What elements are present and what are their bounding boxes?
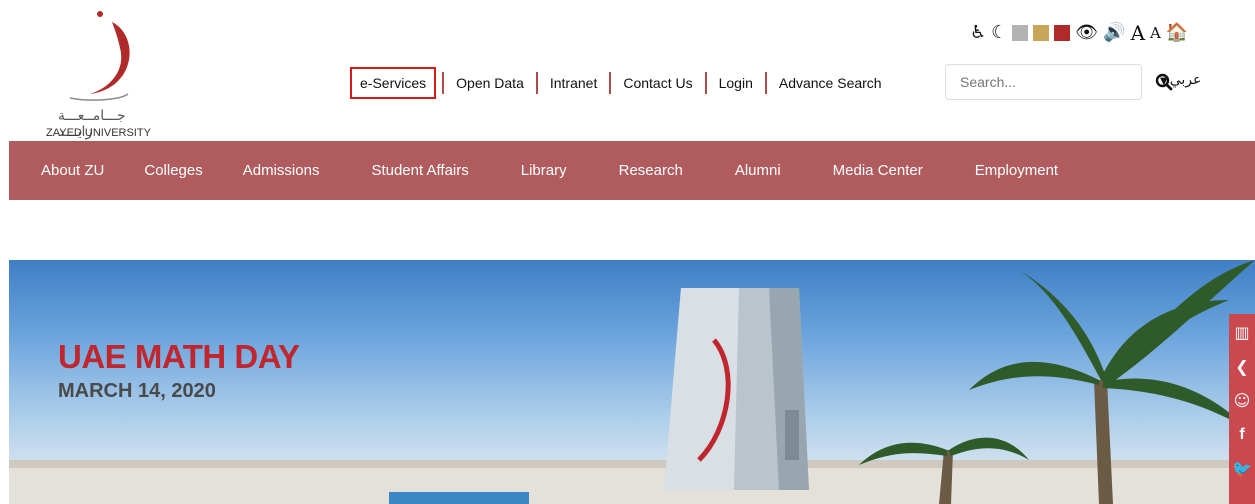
eye-icon[interactable]: 👁	[1075, 22, 1098, 44]
chart-icon[interactable]: ▥	[1234, 320, 1249, 346]
font-increase-icon[interactable]: A	[1131, 22, 1145, 44]
language-switcher[interactable]: ▼ عربي	[1160, 72, 1201, 88]
social-sidebar: ▥ ❮ ☺ f 🐦	[1229, 314, 1255, 504]
link-e-services[interactable]: e-Services	[350, 67, 437, 99]
smiley-icon[interactable]: ☺	[1234, 388, 1251, 414]
search-box	[945, 64, 1173, 100]
speaker-icon[interactable]: 🔊	[1103, 22, 1125, 44]
hero-title: UAE MATH DAY	[58, 338, 300, 375]
search-input[interactable]	[946, 67, 1155, 97]
accessibility-toolbar: ♿ ☾ 👁 🔊 A A 🏠	[970, 22, 1188, 44]
language-label: عربي	[1169, 72, 1202, 88]
top-links: e-Services Open Data Intranet Contact Us…	[350, 67, 894, 99]
site-header: جـــامــعـــة زايـــد ZAYED UNIVERSITY ♿…	[0, 0, 1255, 141]
caret-down-icon: ▼	[1160, 76, 1168, 87]
logo-english-text: ZAYED UNIVERSITY	[46, 127, 151, 139]
link-login[interactable]: Login	[707, 71, 765, 95]
nav-employment[interactable]: Employment	[949, 162, 1084, 179]
hero-banner[interactable]: UAE MATH DAY MARCH 14, 2020	[9, 260, 1255, 504]
wheelchair-icon[interactable]: ♿	[970, 22, 986, 44]
main-nav: About ZU Colleges Admissions Student Aff…	[9, 141, 1255, 200]
nav-student-affairs[interactable]: Student Affairs	[345, 162, 494, 179]
link-contact-us[interactable]: Contact Us	[611, 71, 704, 95]
theme-red-swatch[interactable]	[1054, 25, 1071, 41]
nav-media-center[interactable]: Media Center	[807, 162, 949, 179]
facebook-icon[interactable]: f	[1239, 422, 1244, 448]
moon-icon[interactable]: ☾	[991, 22, 1007, 44]
theme-gold-swatch[interactable]	[1033, 25, 1050, 41]
nav-about-zu[interactable]: About ZU	[27, 162, 130, 179]
hero-date: MARCH 14, 2020	[58, 380, 216, 402]
home-icon[interactable]: 🏠	[1166, 22, 1188, 44]
nav-research[interactable]: Research	[593, 162, 709, 179]
theme-gray-swatch[interactable]	[1012, 25, 1029, 41]
link-intranet[interactable]: Intranet	[538, 71, 609, 95]
link-advance-search[interactable]: Advance Search	[767, 71, 894, 95]
link-open-data[interactable]: Open Data	[444, 71, 536, 95]
twitter-icon[interactable]: 🐦	[1232, 456, 1252, 482]
chevron-left-icon[interactable]: ❮	[1235, 354, 1248, 380]
nav-alumni[interactable]: Alumni	[709, 162, 807, 179]
logo-mark-icon	[69, 11, 130, 101]
nav-colleges[interactable]: Colleges	[130, 162, 228, 179]
font-decrease-icon[interactable]: A	[1150, 22, 1161, 44]
nav-admissions[interactable]: Admissions	[229, 162, 346, 179]
zayed-university-logo[interactable]: جـــامــعـــة زايـــد ZAYED UNIVERSITY	[40, 8, 160, 140]
nav-library[interactable]: Library	[495, 162, 593, 179]
